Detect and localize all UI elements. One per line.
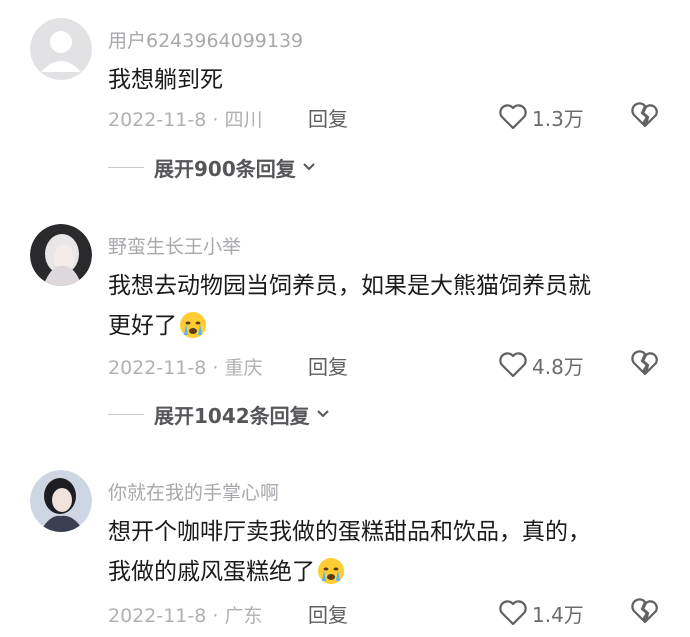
broken-heart-icon (631, 350, 658, 376)
heart-outline-icon (499, 352, 527, 378)
crying-face-emoji (318, 558, 344, 584)
dislike-button[interactable] (630, 597, 660, 629)
crying-face-emoji (180, 312, 206, 338)
comment-text: 我想去动物园当饲养员，如果是大熊猫饲养员就 更好了 (108, 273, 591, 339)
expand-replies[interactable]: 展开900条回复 (108, 152, 316, 182)
comment-text: 想开个咖啡厅卖我做的蛋糕甜品和饮品，真的， 我做的戚风蛋糕绝了 (108, 519, 591, 585)
comment-text: 我想躺到死 (108, 67, 223, 93)
expand-replies-label: 展开1042条回复 (154, 403, 310, 428)
dislike-button[interactable] (630, 101, 660, 133)
expand-replies-label: 展开900条回复 (154, 156, 296, 181)
like-count: 1.4万 (532, 602, 584, 627)
avatar[interactable] (30, 224, 92, 286)
chevron-down-icon (316, 410, 329, 418)
avatar[interactable] (30, 470, 92, 532)
divider (108, 166, 144, 168)
heart-outline-icon (499, 104, 527, 130)
like-count: 1.3万 (532, 106, 584, 131)
like-count: 4.8万 (532, 354, 584, 379)
date-location: 2022-11-8 · 四川 (108, 109, 263, 131)
comment-meta: 2022-11-8 · 四川 回复 1.3万 (0, 101, 690, 135)
expand-replies[interactable]: 展开1042条回复 (108, 399, 330, 429)
reply-button[interactable]: 回复 (308, 351, 348, 380)
username[interactable]: 用户6243964099139 (108, 26, 303, 53)
like-button[interactable]: 1.4万 (498, 597, 584, 629)
divider (108, 413, 144, 415)
broken-heart-icon (631, 598, 658, 624)
heart-outline-icon (499, 600, 527, 626)
username[interactable]: 野蛮生长王小举 (108, 232, 241, 259)
comment-meta: 2022-11-8 · 重庆 回复 4.8万 (0, 349, 690, 383)
like-button[interactable]: 4.8万 (498, 349, 584, 381)
reply-button[interactable]: 回复 (308, 103, 348, 132)
username[interactable]: 你就在我的手掌心啊 (108, 478, 279, 505)
dislike-button[interactable] (630, 349, 660, 381)
reply-button[interactable]: 回复 (308, 599, 348, 628)
avatar[interactable] (30, 18, 92, 80)
broken-heart-icon (631, 102, 658, 128)
chevron-down-icon (303, 163, 315, 171)
like-button[interactable]: 1.3万 (498, 101, 584, 133)
date-location: 2022-11-8 · 重庆 (108, 357, 263, 379)
comment-meta: 2022-11-8 · 广东 回复 1.4万 (0, 597, 690, 631)
date-location: 2022-11-8 · 广东 (108, 605, 263, 627)
